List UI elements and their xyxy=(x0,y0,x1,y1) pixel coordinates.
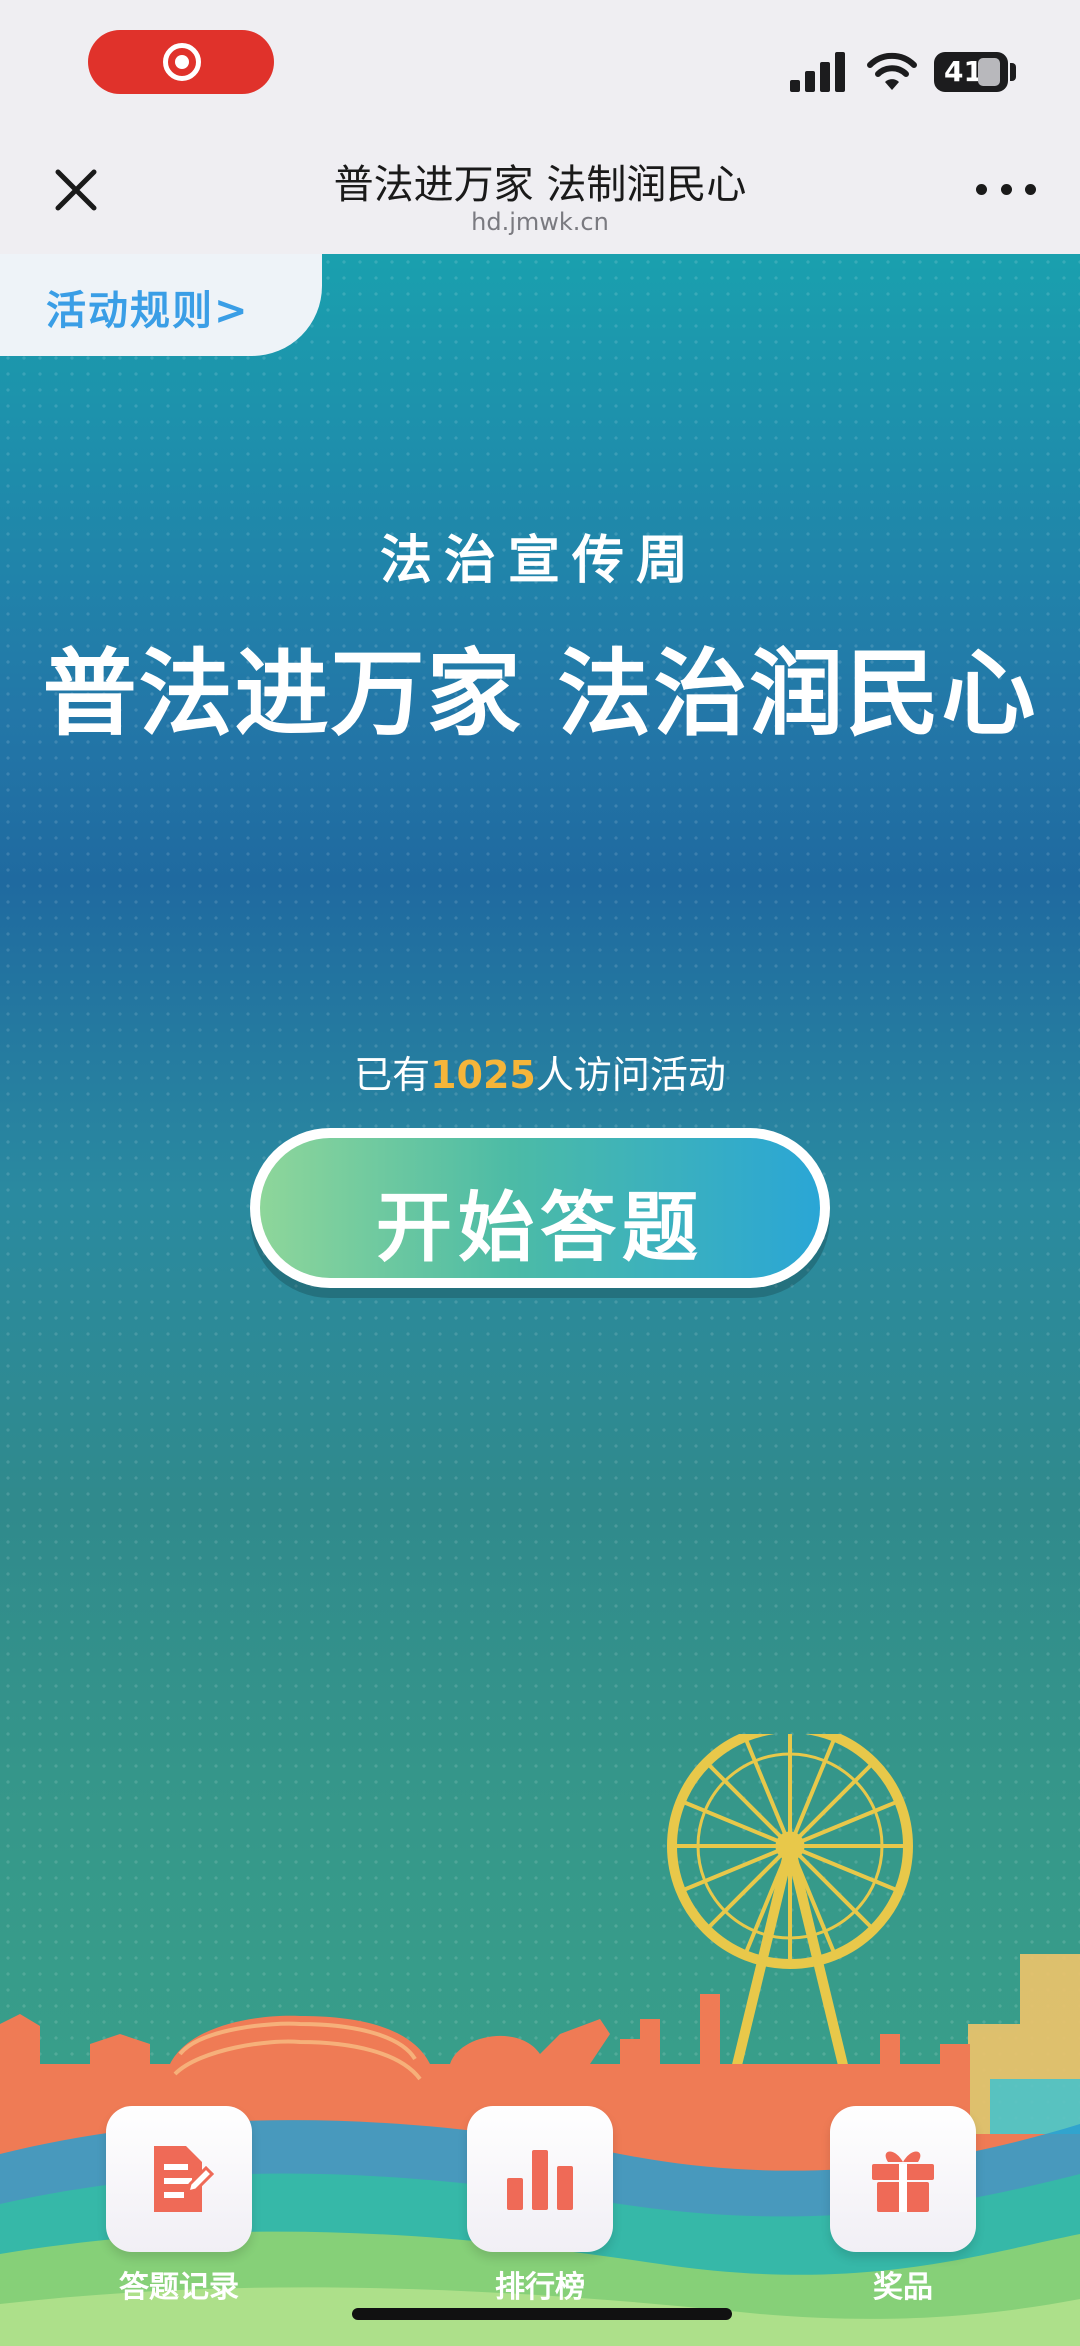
home-indicator[interactable] xyxy=(352,2308,732,2320)
rules-link-label: 活动规则> xyxy=(46,288,250,334)
screen-record-icon xyxy=(163,43,201,81)
bottom-nav-leaderboard[interactable]: 排行榜 xyxy=(465,2106,615,2306)
answer-record-icon xyxy=(154,2146,215,2212)
visit-prefix: 已有 xyxy=(354,1053,431,1097)
start-quiz-label: 开始答题 xyxy=(376,1183,704,1272)
start-quiz-button[interactable]: 开始答题 xyxy=(250,1128,830,1288)
more-icon[interactable] xyxy=(976,174,1036,204)
prizes-label: 奖品 xyxy=(873,2270,933,2305)
battery-icon: 41 xyxy=(934,52,1008,92)
bottom-nav-answer-records[interactable]: 答题记录 xyxy=(104,2106,254,2306)
campaign-title: 普法进万家 法治润民心 xyxy=(42,640,1038,749)
visit-count: 1025 xyxy=(430,1053,536,1097)
gift-icon xyxy=(872,2151,934,2212)
leaderboard-label: 排行榜 xyxy=(495,2270,585,2305)
rules-link[interactable]: 活动规则> xyxy=(0,254,322,356)
page-url: hd.jmwk.cn xyxy=(471,208,609,236)
bottom-nav-prizes[interactable]: 奖品 xyxy=(828,2106,978,2306)
screen-record-indicator[interactable] xyxy=(88,30,274,94)
page-title: 普法进万家 法制润民心 xyxy=(333,162,747,208)
campaign-subtitle: 法治宣传周 xyxy=(379,531,700,591)
browser-nav-bar: 普法进万家 法制润民心 hd.jmwk.cn xyxy=(0,130,1080,254)
signal-icon xyxy=(790,52,845,92)
activity-page: 活动规则> 法治宣传周 普法进万家 法治润民心 已有1025人访问活动 开始答题 xyxy=(0,254,1080,2346)
visit-counter: 已有1025人访问活动 xyxy=(0,1044,1080,1099)
buildings-right xyxy=(968,1954,1080,2139)
answer-records-label: 答题记录 xyxy=(119,2270,239,2305)
status-bar: 41 xyxy=(0,0,1080,130)
leaderboard-icon xyxy=(507,2150,573,2210)
visit-suffix: 人访问活动 xyxy=(535,1053,726,1097)
wifi-icon xyxy=(867,52,917,90)
